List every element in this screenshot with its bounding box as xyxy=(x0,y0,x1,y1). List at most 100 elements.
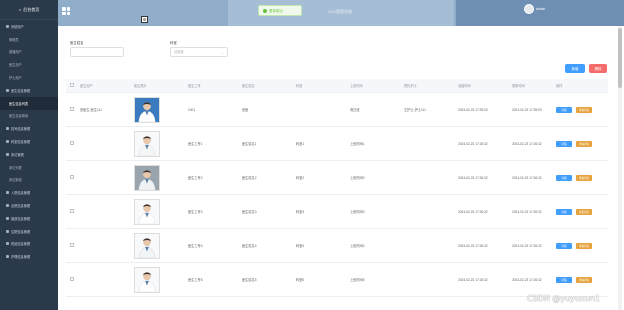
sidebar-item[interactable]: 入院信息管理 xyxy=(0,186,58,199)
doctor-id-cell: 1001 xyxy=(188,107,196,112)
row-actions: 详情 查看评论 xyxy=(556,140,608,147)
sidebar-item[interactable]: 住院信息管理 xyxy=(0,225,58,238)
doctor-name-input[interactable] xyxy=(70,47,124,57)
view-comments-button[interactable]: 查看评论 xyxy=(576,276,592,283)
watermark: CSDN @yuyuxun1 xyxy=(527,294,600,303)
department-select[interactable]: 请选择 ⌄ xyxy=(170,47,228,57)
actions-cell: 详情 查看评论 xyxy=(556,174,608,181)
actions-cell: 详情 查看评论 xyxy=(556,140,608,147)
row-checkbox[interactable] xyxy=(70,209,74,213)
menu-icon xyxy=(6,204,9,208)
doctor-name-cell: 张医 xyxy=(242,108,249,112)
sidebar-item[interactable]: 床位管理 xyxy=(0,148,58,161)
row-checkbox[interactable] xyxy=(70,277,74,281)
col-header-sortable[interactable]: 创建时间 xyxy=(458,83,512,88)
sidebar-item[interactable]: 护士用户 xyxy=(0,71,58,84)
col-header: 预约护士 xyxy=(404,84,417,88)
updated-time-cell: 2024-02-23 17:26:32 xyxy=(512,277,542,282)
view-comments-button[interactable]: 查看评论 xyxy=(576,140,592,147)
doctor-table: 医生用户 医生照片 医生工号 医生姓名 科室 上班时间 预约护士 创建时间 更新… xyxy=(66,79,608,297)
sidebar-item[interactable]: 缴费信息管理 xyxy=(0,212,58,225)
work-time-cell: 上班时间5 xyxy=(350,278,365,282)
sidebar-item[interactable]: 药品信息管理 xyxy=(0,238,58,251)
select-all-checkbox[interactable] xyxy=(70,83,74,87)
sidebar-item-label: 床位列表 xyxy=(9,165,22,170)
sidebar-item[interactable]: 医生用户 xyxy=(0,58,58,71)
table-header: 医生用户 医生照片 医生工号 医生姓名 科室 上班时间 预约护士 创建时间 更新… xyxy=(66,79,608,93)
view-comments-button[interactable]: 查看评论 xyxy=(576,242,592,249)
sidebar-item[interactable]: 科室信息管理 xyxy=(0,135,58,148)
col-header: 科室 xyxy=(296,84,303,88)
detail-button[interactable]: 详情 xyxy=(556,140,572,147)
menu-icon xyxy=(6,191,9,195)
department-cell: 科室1 xyxy=(296,142,305,146)
username[interactable]: admin xyxy=(536,7,545,11)
table-row[interactable]: 医生工号5 医生姓名5 科室5 上班时间5 2024-02-23 17:26:32 202… xyxy=(66,263,608,297)
doctor-photo-cell xyxy=(134,266,188,293)
detail-button[interactable]: 详情 xyxy=(556,276,572,283)
department-cell: 科室2 xyxy=(296,176,305,180)
row-select-cell xyxy=(66,141,80,146)
department-label: 科室 xyxy=(170,41,177,45)
doctor-photo xyxy=(134,198,160,225)
detail-button[interactable]: 详情 xyxy=(556,208,572,215)
doctor-photo-cell xyxy=(134,96,188,123)
sidebar-title: 后台首页 xyxy=(23,6,40,12)
table-row[interactable]: 医生工号3 医生姓名3 科室3 上班时间3 2024-02-23 17:26:32 202… xyxy=(66,195,608,229)
sidebar-item[interactable]: 管理员 xyxy=(0,33,58,46)
doctor-id-cell: 医生工号5 xyxy=(188,278,203,282)
sidebar-item[interactable]: 医生信息列表 xyxy=(0,96,58,110)
sidebar-home-link[interactable]: ⌂ 后台首页 xyxy=(0,0,58,20)
doctor-name-cell: 医生姓名2 xyxy=(242,176,257,180)
table-row[interactable]: 医生工号2 医生姓名2 科室2 上班时间2 2024-02-23 17:26:32 202… xyxy=(66,161,608,195)
sidebar-item[interactable]: 出院信息管理 xyxy=(0,199,58,212)
row-checkbox[interactable] xyxy=(70,141,74,145)
doctor-name-cell: 医生姓名4 xyxy=(242,244,257,248)
row-checkbox[interactable] xyxy=(70,243,74,247)
sidebar-item[interactable]: 床位列表 xyxy=(0,161,58,174)
header-user-area xyxy=(456,0,624,26)
view-comments-button[interactable]: 查看评论 xyxy=(576,208,592,215)
page-scrollbar[interactable] xyxy=(618,26,622,310)
sidebar-item[interactable]: 床位新增 xyxy=(0,174,58,187)
sidebar-item-label: 护士用户 xyxy=(9,76,22,81)
detail-button[interactable]: 详情 xyxy=(556,174,572,181)
row-checkbox[interactable] xyxy=(70,107,74,111)
sidebar-item[interactable]: 医生信息新增 xyxy=(0,110,58,123)
delete-button[interactable]: 删除 xyxy=(589,64,607,73)
doctor-photo-cell xyxy=(134,198,188,225)
detail-button[interactable]: 详情 xyxy=(556,106,572,113)
sidebar-item-label: 护理信息管理 xyxy=(11,255,31,260)
row-select-cell xyxy=(66,107,80,112)
col-header: 医生用户 xyxy=(80,84,93,88)
menu-toggle-icon[interactable] xyxy=(62,7,70,15)
sidebar-item[interactable]: 护理信息管理 xyxy=(0,250,58,263)
row-checkbox[interactable] xyxy=(70,175,74,179)
updated-time-cell: 2024-02-23 17:39:03 xyxy=(512,107,542,112)
detail-button[interactable]: 详情 xyxy=(556,242,572,249)
doctor-id-cell: 医生工号1 xyxy=(188,142,203,146)
doctor-id-cell: 医生工号4 xyxy=(188,244,203,248)
sidebar-item[interactable]: 医生信息管理 xyxy=(0,84,58,97)
view-comments-button[interactable]: 查看评论 xyxy=(576,106,592,113)
scrollbar-thumb[interactable] xyxy=(618,28,622,88)
view-comments-button[interactable]: 查看评论 xyxy=(576,174,592,181)
sidebar-item[interactable]: 普通用户 xyxy=(0,46,58,59)
sidebar-item[interactable]: 系统用户 xyxy=(0,20,58,33)
col-header: 医生照片 xyxy=(134,84,147,88)
check-icon xyxy=(263,8,267,13)
row-select-cell xyxy=(66,243,80,248)
sidebar-item[interactable]: 挂号信息管理 xyxy=(0,122,58,135)
work-time-cell: 上班时间4 xyxy=(350,244,365,248)
table-row[interactable]: 医生工号4 医生姓名4 科室4 上班时间4 2024-02-23 17:26:32 202… xyxy=(66,229,608,263)
department-cell: 科室5 xyxy=(296,278,305,282)
work-time-cell: 上班时间2 xyxy=(350,176,365,180)
table-row[interactable]: 医生工号1 医生姓名1 科室1 上班时间1 2024-02-23 17:26:32 202… xyxy=(66,127,608,161)
add-button[interactable]: 新增 xyxy=(565,64,585,73)
col-header-sortable[interactable]: 更新时间 xyxy=(512,83,556,88)
doctor-photo xyxy=(134,96,160,123)
sidebar-item-label: 药品信息管理 xyxy=(11,242,31,247)
row-select-cell xyxy=(66,209,80,214)
table-row[interactable]: 张医生-医生111 1001 张医 周日班 王护士-护士111 2024-02-23 17… xyxy=(66,93,608,127)
user-avatar[interactable] xyxy=(524,4,534,14)
